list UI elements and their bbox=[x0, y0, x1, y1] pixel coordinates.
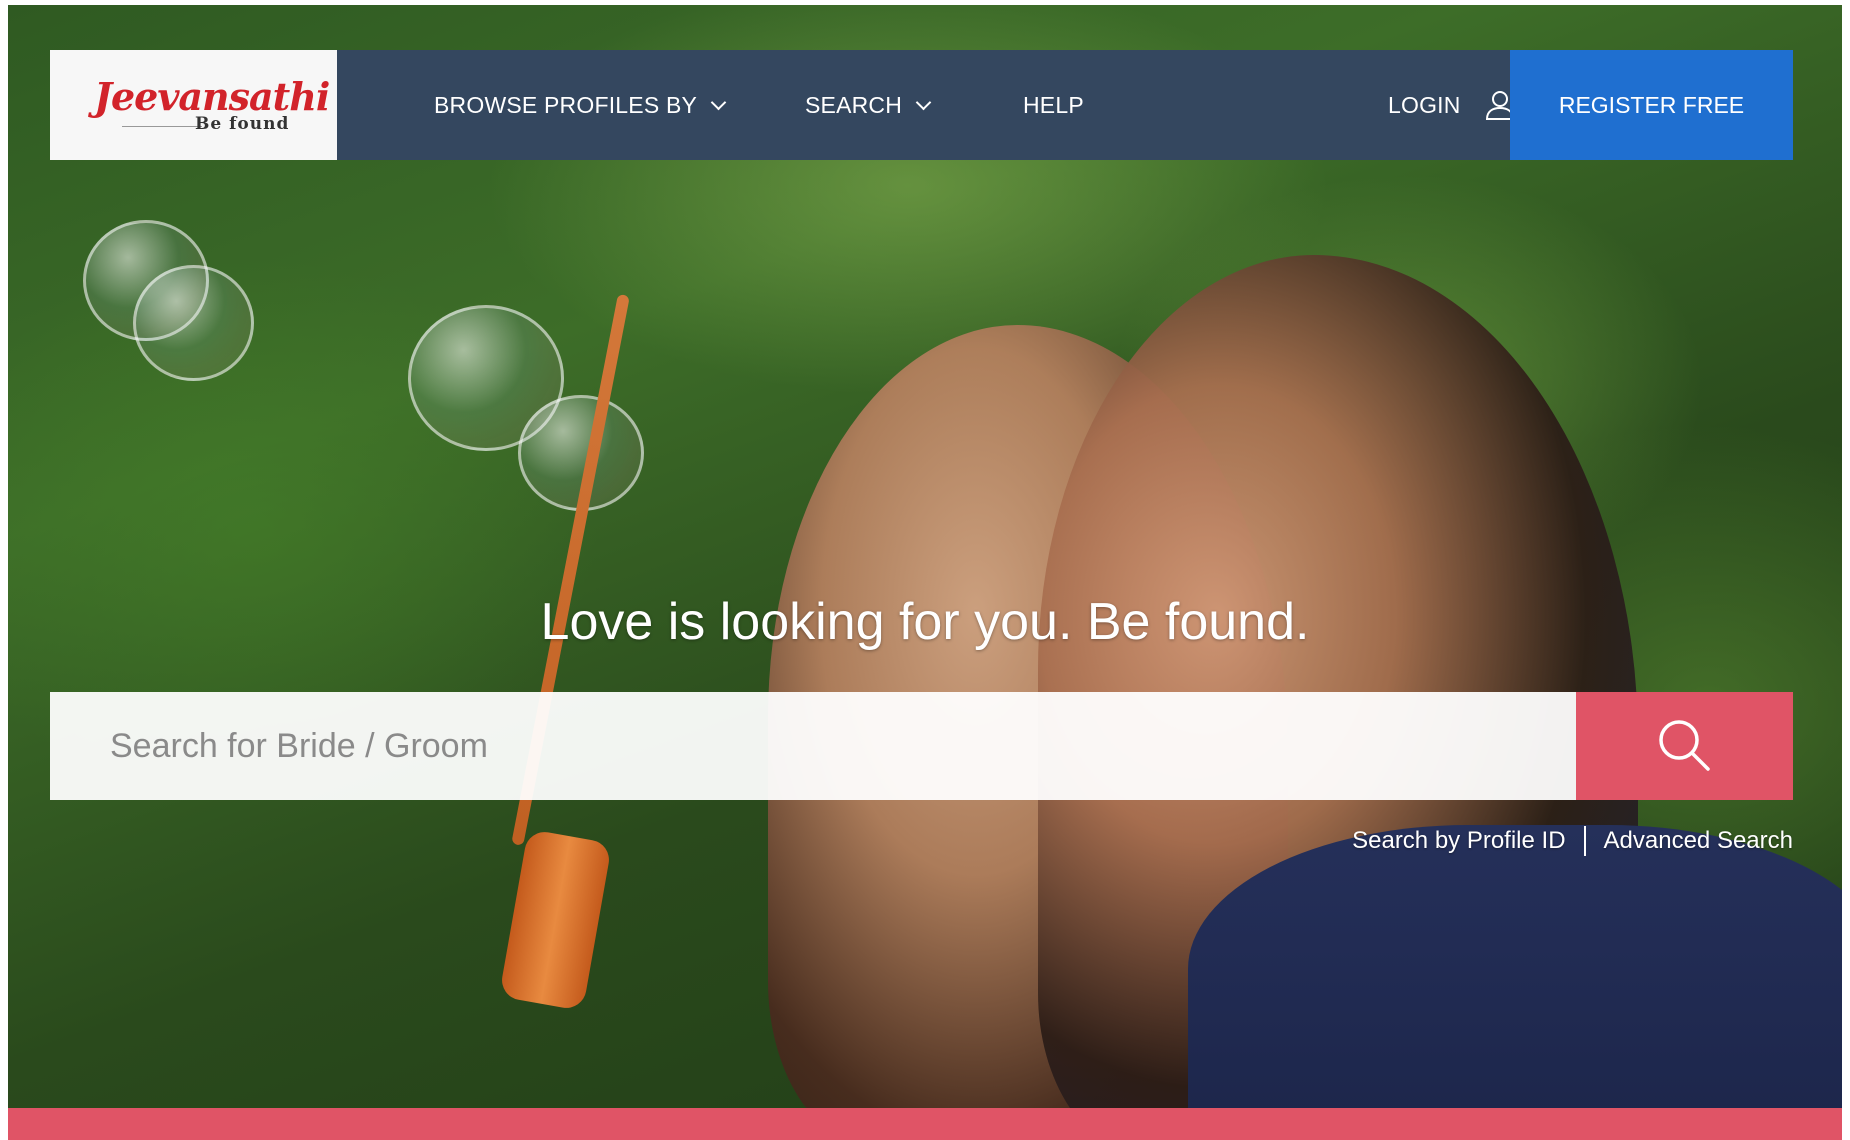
logo[interactable]: Jeevansathi Be found bbox=[50, 50, 337, 160]
hero-background-photo bbox=[8, 5, 1842, 1108]
logo-tagline: Be found bbox=[195, 114, 290, 134]
bottom-accent-bar bbox=[8, 1108, 1842, 1140]
nav-help-label: HELP bbox=[1023, 91, 1084, 118]
bubble-bottle bbox=[498, 828, 613, 1012]
register-free-button[interactable]: REGISTER FREE bbox=[1510, 50, 1793, 160]
nav-search[interactable]: SEARCH bbox=[805, 50, 932, 160]
logo-wordmark: Jeevansathi bbox=[94, 74, 330, 119]
chevron-down-icon bbox=[710, 94, 727, 110]
nav-browse-profiles-label: BROWSE PROFILES BY bbox=[434, 91, 698, 118]
search-button[interactable] bbox=[1576, 692, 1793, 800]
nav-search-label: SEARCH bbox=[805, 91, 903, 118]
bride-groom-search-input[interactable] bbox=[50, 692, 1576, 800]
nav-browse-profiles[interactable]: BROWSE PROFILES BY bbox=[434, 50, 727, 160]
link-divider bbox=[1583, 826, 1586, 856]
search-icon bbox=[1658, 720, 1710, 771]
login-button[interactable]: LOGIN bbox=[1388, 50, 1517, 160]
nav-help[interactable]: HELP bbox=[1023, 50, 1084, 160]
chevron-down-icon bbox=[915, 94, 932, 110]
hero-headline: Love is looking for you. Be found. bbox=[540, 593, 1310, 651]
advanced-search-link[interactable]: Advanced Search bbox=[1604, 827, 1793, 855]
logo-divider bbox=[122, 126, 202, 127]
login-label: LOGIN bbox=[1388, 91, 1461, 118]
main-nav: BROWSE PROFILES BY SEARCH HELP LOGIN bbox=[337, 50, 1514, 160]
search-by-profile-id-link[interactable]: Search by Profile ID bbox=[1352, 827, 1565, 855]
page: Jeevansathi Be found BROWSE PROFILES BY … bbox=[0, 0, 1850, 1140]
man-shirt bbox=[1188, 825, 1842, 1108]
register-free-label: REGISTER FREE bbox=[1558, 91, 1745, 118]
site-header: Jeevansathi Be found BROWSE PROFILES BY … bbox=[50, 50, 1793, 160]
search-sublinks: Search by Profile ID Advanced Search bbox=[1352, 826, 1793, 856]
bubble-decoration bbox=[133, 265, 254, 381]
